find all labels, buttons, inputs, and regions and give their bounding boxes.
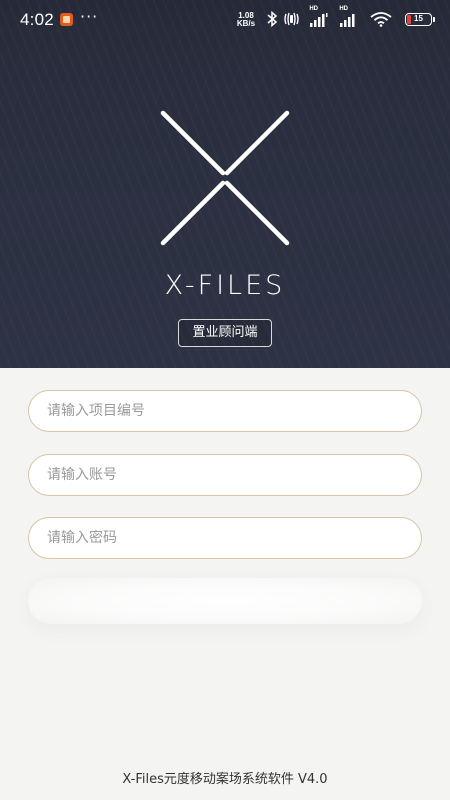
battery-level: 15 [414,14,423,23]
signal-icon [340,14,355,27]
brand-name: X-FILES [164,270,286,301]
account-field[interactable] [28,454,422,496]
hd-label-1: HD [309,6,318,12]
signal-icon [310,13,328,27]
login-button[interactable] [28,578,422,624]
project-number-input[interactable] [29,391,421,431]
status-time: 4:02 [20,10,54,29]
vibrate-icon [284,12,299,26]
account-input[interactable] [29,455,421,495]
password-input[interactable] [29,518,421,558]
battery-icon: 15 [405,13,435,26]
footer-version: X-Files元度移动案场系统软件 V4.0 [122,772,328,787]
status-right: 1.08 KB/s HD HD 15 [232,6,435,30]
hd-label-2: HD [339,6,348,12]
network-speed-unit: KB/s [236,19,256,28]
x-files-logo-icon [160,110,290,246]
password-field[interactable] [28,517,422,559]
hero-header: 4:02 ··· 1.08 KB/s HD HD 15 X-FILES 置业顾问… [0,0,450,368]
network-speed: 1.08 KB/s [234,12,258,28]
role-switch-button[interactable]: 置业顾问端 [178,319,272,347]
wifi-icon [370,12,392,27]
project-number-field[interactable] [28,390,422,432]
more-notifications-icon: ··· [80,7,99,26]
bluetooth-icon [267,11,278,27]
status-bar: 4:02 ··· 1.08 KB/s HD HD 15 [0,0,450,40]
notification-app-icon [60,13,73,26]
battery-fill [407,15,411,24]
